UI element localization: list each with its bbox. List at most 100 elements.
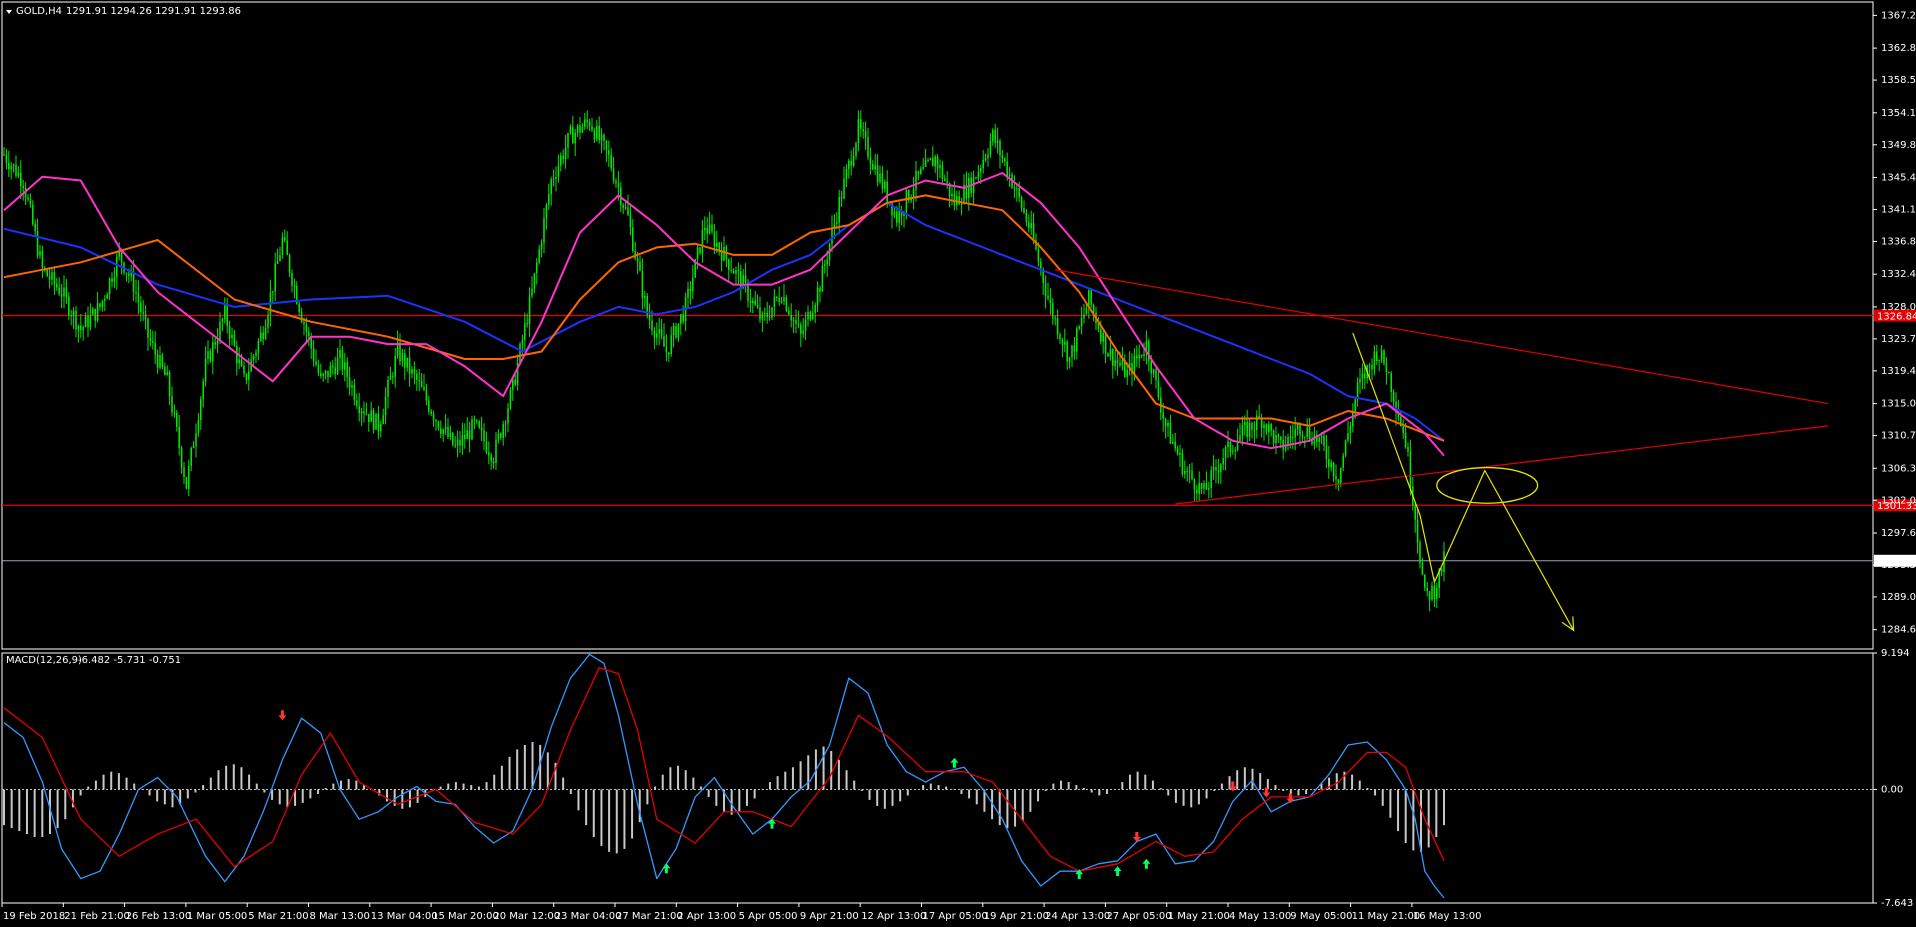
macd-histogram-bar xyxy=(1182,789,1185,806)
macd-histogram-bar xyxy=(600,789,603,846)
candle-body xyxy=(68,296,70,316)
macd-histogram-bar xyxy=(646,789,649,805)
macd-histogram-bar xyxy=(1282,789,1285,791)
candle-body xyxy=(1419,542,1421,564)
candle-body xyxy=(1203,483,1205,489)
candle-body xyxy=(60,294,63,297)
candle-body xyxy=(656,333,658,338)
candle-body xyxy=(1232,450,1234,452)
candle-body xyxy=(802,330,804,334)
candle-body xyxy=(1104,332,1107,354)
candle-body xyxy=(1292,437,1294,439)
chart-area[interactable]: 1326.841301.331293.86 1367.201362.801358… xyxy=(0,0,1916,924)
macd-histogram-bar xyxy=(148,789,151,796)
candle-body xyxy=(579,125,581,133)
candle-body xyxy=(1270,424,1272,431)
candle-body xyxy=(372,410,375,430)
macd-histogram-bar xyxy=(899,789,902,802)
candle-body xyxy=(1191,470,1193,480)
candle-body xyxy=(1272,430,1275,444)
candle-body xyxy=(893,211,896,216)
candle-body xyxy=(380,423,382,432)
candle-body xyxy=(860,119,862,130)
candle-body xyxy=(500,433,502,438)
candle-body xyxy=(862,129,864,132)
candle-body xyxy=(605,140,608,151)
candle-body xyxy=(435,420,437,422)
candle-body xyxy=(185,477,188,489)
candle-body xyxy=(104,299,106,301)
candle-body xyxy=(1373,351,1376,370)
candle-body xyxy=(773,296,776,308)
candle-body xyxy=(1001,155,1004,159)
macd-histogram-bar xyxy=(960,789,963,794)
time-tick-label: 11 May 21:00 xyxy=(1352,911,1421,922)
macd-histogram-bar xyxy=(255,783,258,790)
candle-body xyxy=(320,372,322,376)
candle-body xyxy=(1016,188,1018,190)
candle-body xyxy=(394,355,396,378)
time-tick-label: 27 Mar 21:00 xyxy=(616,911,683,922)
macd-histogram-bar xyxy=(1197,789,1200,805)
candle-body xyxy=(550,179,552,195)
candle-body xyxy=(1210,470,1212,488)
candle-body xyxy=(1174,441,1176,449)
symbol-info: GOLD,H4 xyxy=(16,6,62,17)
candle-body xyxy=(1414,505,1416,520)
candle-body xyxy=(689,288,692,292)
macd-histogram-bar xyxy=(163,789,166,805)
candle-body xyxy=(1061,339,1064,345)
candle-body xyxy=(1169,422,1172,444)
candle-body xyxy=(305,324,308,332)
candle-body xyxy=(514,379,516,385)
macd-histogram-bar xyxy=(1105,789,1108,794)
candle-body xyxy=(1032,223,1035,241)
macd-histogram-bar xyxy=(1044,789,1047,791)
candle-body xyxy=(298,303,300,312)
candle-body xyxy=(480,427,483,431)
candle-body xyxy=(699,247,701,254)
macd-histogram-bar xyxy=(1060,780,1063,790)
candle-body xyxy=(744,275,747,283)
candle-body xyxy=(524,323,526,341)
macd-histogram-bar xyxy=(217,770,220,790)
candle-body xyxy=(778,297,780,302)
candle-body xyxy=(341,349,344,370)
candle-body xyxy=(53,272,56,284)
price-tick-label: 1297.60 xyxy=(1881,528,1916,539)
macd-histogram-bar xyxy=(94,780,97,790)
candle-body xyxy=(411,368,413,374)
macd-histogram-bar xyxy=(516,749,519,790)
candle-body xyxy=(677,323,680,338)
candle-body xyxy=(1426,587,1428,592)
macd-histogram-bar xyxy=(738,789,741,812)
macd-histogram-bar xyxy=(1420,789,1423,852)
candle-body xyxy=(668,352,670,355)
chart-svg[interactable]: 1326.841301.331293.86 1367.201362.801358… xyxy=(0,0,1916,924)
candle-body xyxy=(879,173,881,183)
macd-histogram-bar xyxy=(18,789,21,832)
macd-histogram-bar xyxy=(1297,789,1300,796)
time-tick-label: 1 Mar 05:00 xyxy=(187,911,247,922)
candle-body xyxy=(617,183,620,188)
macd-histogram-bar xyxy=(1435,789,1438,838)
macd-histogram-bar xyxy=(1312,789,1315,791)
candle-body xyxy=(231,334,233,339)
macd-histogram-bar xyxy=(546,752,549,790)
macd-histogram-bar xyxy=(1381,789,1384,806)
candle-body xyxy=(701,230,704,254)
candle-body xyxy=(233,334,236,346)
macd-histogram-bar xyxy=(860,789,863,791)
candle-body xyxy=(989,141,992,155)
candle-body xyxy=(598,126,600,141)
candle-body xyxy=(670,335,672,355)
candle-body xyxy=(644,296,646,298)
candle-body xyxy=(591,126,593,131)
candle-body xyxy=(168,372,171,397)
candle-body xyxy=(356,400,358,406)
macd-histogram-bar xyxy=(952,789,955,791)
candle-body xyxy=(1440,568,1443,573)
candle-body xyxy=(663,336,665,347)
candle-body xyxy=(1301,434,1304,437)
candle-body xyxy=(161,355,164,367)
